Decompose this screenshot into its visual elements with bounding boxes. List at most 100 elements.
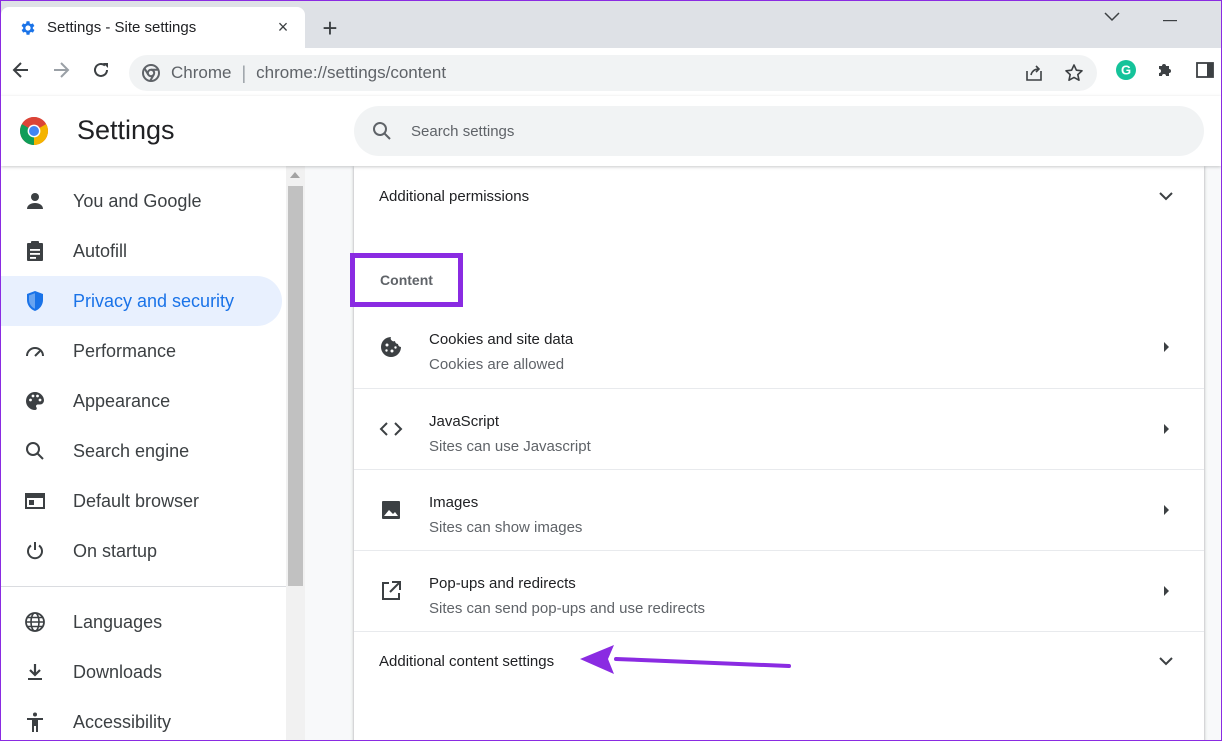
sidebar-item-label: Downloads	[73, 661, 163, 682]
permission-subtitle: Sites can send pop-ups and use redirects	[429, 600, 705, 617]
sidebar-divider	[1, 586, 286, 587]
side-panel-button[interactable]	[1191, 58, 1219, 86]
grammarly-extension-button[interactable]: G	[1112, 58, 1140, 86]
speedometer-icon	[23, 339, 47, 363]
search-icon	[371, 120, 393, 142]
permission-title: Images	[429, 494, 479, 511]
clipboard-icon	[23, 239, 47, 263]
close-tab-button[interactable]: ×	[273, 17, 293, 38]
sidebar-item-label: Search engine	[73, 440, 190, 461]
new-tab-button[interactable]: +	[317, 15, 343, 41]
puzzle-icon	[1155, 60, 1175, 85]
settings-search[interactable]	[354, 106, 1204, 156]
additional-permissions-label: Additional permissions	[379, 187, 530, 205]
chrome-logo-icon	[19, 116, 49, 146]
sidebar-item-search-engine[interactable]: Search engine	[1, 426, 282, 476]
arrow-right-icon	[1158, 339, 1174, 355]
sidebar-item-accessibility[interactable]: Accessibility	[1, 697, 282, 740]
gear-icon	[19, 19, 37, 37]
palette-icon	[23, 389, 47, 413]
sidebar-item-label: Performance	[73, 340, 177, 361]
sidebar-item-label: Accessibility	[73, 711, 172, 732]
person-icon	[23, 189, 47, 213]
tab-settings[interactable]: Settings - Site settings ×	[1, 7, 305, 48]
minimize-button[interactable]	[1157, 5, 1183, 31]
sidebar-scrollbar[interactable]	[286, 166, 305, 740]
content-section-title: Content	[350, 253, 463, 307]
share-icon[interactable]	[1019, 55, 1049, 91]
sidebar-item-label: Default browser	[73, 490, 200, 511]
arrow-right-icon	[1158, 502, 1174, 518]
page-title: Settings	[77, 115, 175, 145]
bookmark-star-icon[interactable]	[1059, 55, 1089, 91]
cookies-row[interactable]: Cookies and site data Cookies are allowe…	[354, 307, 1204, 388]
permission-title: Cookies and site data	[429, 331, 574, 348]
reload-icon	[91, 60, 111, 85]
sidebar-item-label: Languages	[73, 611, 163, 632]
scheme-label: Chrome	[171, 63, 232, 82]
sidebar-item-label: Appearance	[73, 390, 171, 411]
sidebar: You and Google Autofill Privacy and secu…	[1, 166, 286, 740]
permission-title: JavaScript	[429, 413, 500, 430]
scheme-separator: |	[241, 62, 247, 83]
chevron-down-icon	[1156, 186, 1176, 206]
shield-icon	[23, 289, 47, 313]
sidebar-item-on-startup[interactable]: On startup	[1, 526, 282, 576]
additional-permissions-row[interactable]: Additional permissions	[354, 166, 1204, 226]
chrome-icon	[141, 63, 161, 83]
sidebar-item-default-browser[interactable]: Default browser	[1, 476, 282, 526]
back-button[interactable]	[7, 58, 35, 86]
download-icon	[23, 660, 47, 684]
sidebar-item-label: Autofill	[73, 240, 128, 261]
sidebar-item-autofill[interactable]: Autofill	[1, 226, 282, 276]
scrollbar-thumb[interactable]	[288, 186, 303, 586]
additional-content-settings-label: Additional content settings	[379, 653, 555, 670]
globe-icon	[23, 610, 47, 634]
sidebar-item-you-and-google[interactable]: You and Google	[1, 176, 282, 226]
sidebar-item-performance[interactable]: Performance	[1, 326, 282, 376]
forward-button[interactable]	[47, 58, 75, 86]
permission-subtitle: Sites can show images	[429, 519, 583, 536]
tab-strip: Settings - Site settings × +	[1, 1, 1221, 48]
tab-title: Settings - Site settings	[47, 19, 197, 36]
sidebar-item-languages[interactable]: Languages	[1, 597, 282, 647]
browser-window-icon	[23, 489, 47, 513]
sidebar-item-label: On startup	[73, 540, 158, 561]
reload-button[interactable]	[87, 58, 115, 86]
chevron-down-icon	[1156, 652, 1176, 672]
arrow-right-icon	[51, 60, 71, 85]
sidebar-item-appearance[interactable]: Appearance	[1, 376, 282, 426]
browser-toolbar: Chrome | chrome://settings/content G	[1, 48, 1221, 96]
tab-search-button[interactable]	[1099, 5, 1125, 31]
arrow-left-icon	[11, 60, 31, 85]
permission-subtitle: Cookies are allowed	[429, 356, 565, 373]
arrow-right-icon	[1158, 583, 1174, 599]
search-input[interactable]	[411, 122, 1111, 140]
sidebar-item-label: Privacy and security	[73, 290, 235, 311]
permission-title: Pop-ups and redirects	[429, 575, 576, 592]
cookie-icon	[379, 335, 403, 359]
sidebar-item-downloads[interactable]: Downloads	[1, 647, 282, 697]
arrow-right-icon	[1158, 421, 1174, 437]
images-row[interactable]: Images Sites can show images	[354, 469, 1204, 550]
browser-window: Settings - Site settings × + Chrome | ch…	[0, 0, 1222, 741]
scroll-up-arrow-icon[interactable]	[290, 172, 300, 178]
address-bar[interactable]: Chrome | chrome://settings/content	[129, 55, 1097, 91]
minimize-icon	[1163, 9, 1177, 27]
image-icon	[379, 498, 403, 522]
javascript-row[interactable]: JavaScript Sites can use Javascript	[354, 388, 1204, 469]
annotation-arrow-icon	[580, 645, 791, 674]
accessibility-icon	[23, 710, 47, 734]
sidebar-item-label: You and Google	[73, 190, 202, 211]
extensions-button[interactable]	[1151, 58, 1179, 86]
url-text: chrome://settings/content	[256, 63, 447, 82]
permission-subtitle: Sites can use Javascript	[429, 438, 591, 455]
settings-header: Settings	[1, 96, 1221, 166]
sidebar-item-privacy-and-security[interactable]: Privacy and security	[1, 276, 282, 326]
popups-row[interactable]: Pop-ups and redirects Sites can send pop…	[354, 550, 1204, 631]
grammarly-icon: G	[1115, 59, 1137, 86]
chevron-down-icon	[1104, 9, 1120, 27]
code-icon	[379, 417, 403, 441]
open-in-new-icon	[379, 579, 403, 603]
search-icon	[23, 439, 47, 463]
